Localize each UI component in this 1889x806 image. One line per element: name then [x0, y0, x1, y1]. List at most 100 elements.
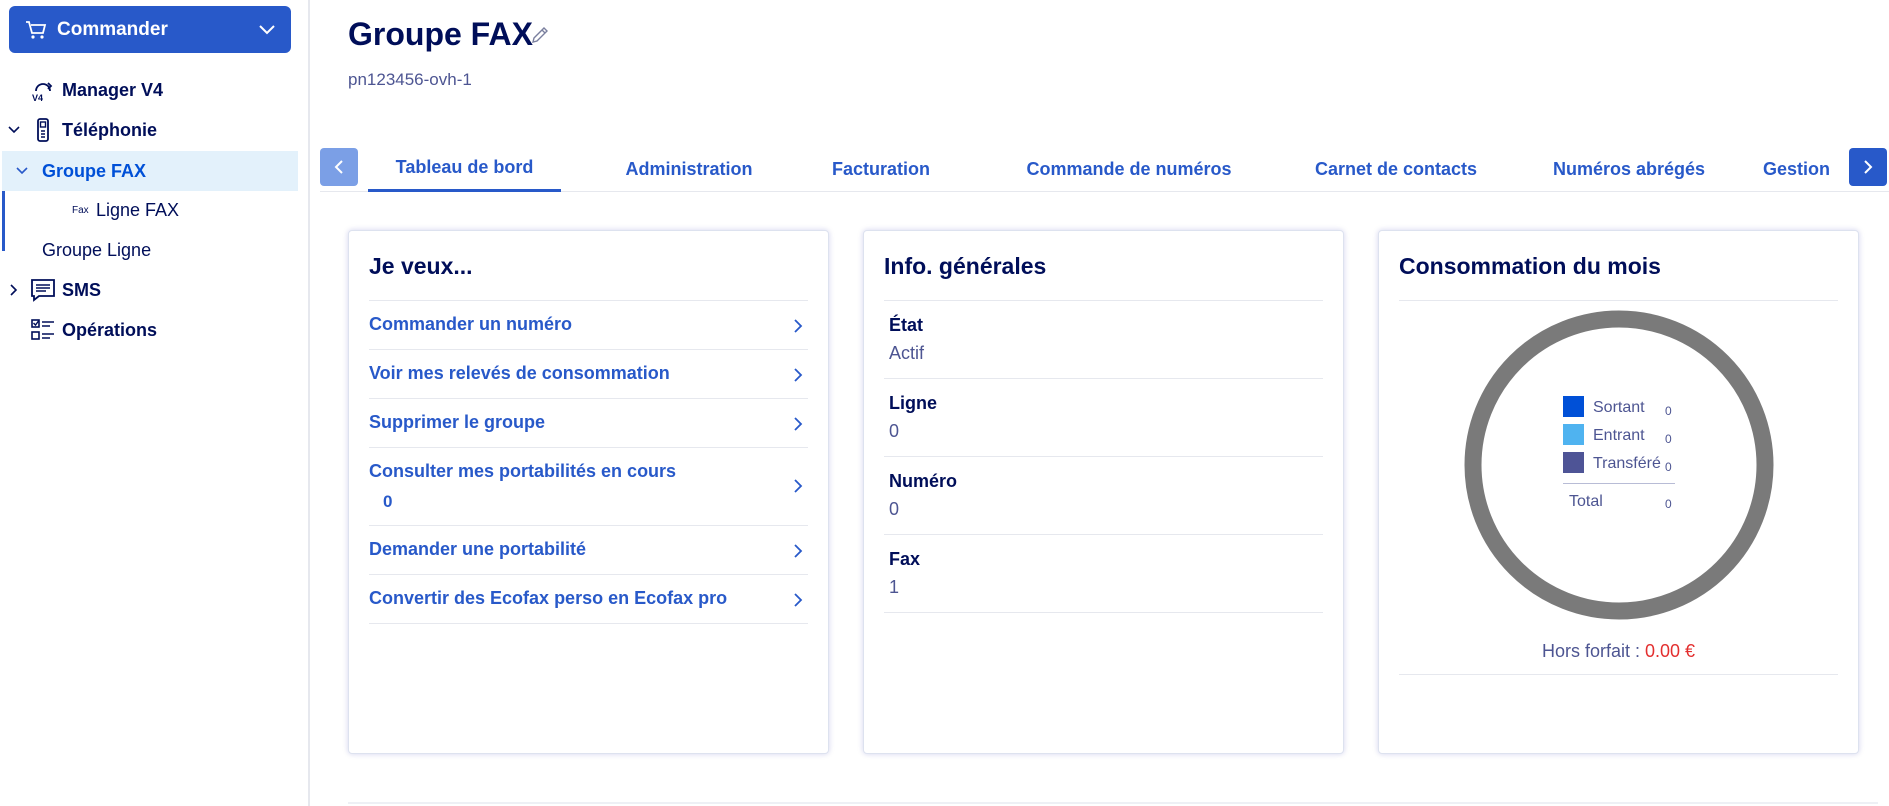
- action-commander-numero[interactable]: Commander un numéro: [369, 314, 809, 338]
- info-card: Info. générales État Actif Ligne 0 Numér…: [863, 230, 1344, 754]
- legend-swatch-entrant: [1563, 424, 1584, 445]
- divider: [369, 349, 808, 350]
- chevron-down-icon[interactable]: [16, 165, 28, 177]
- manager-v4-icon: V4: [32, 82, 53, 103]
- sidebar-item-groupe-ligne[interactable]: Groupe Ligne: [2, 230, 298, 270]
- divider: [369, 574, 808, 575]
- sidebar-item-label: Manager V4: [62, 79, 164, 100]
- section-divider: [348, 802, 1878, 804]
- divider: [369, 623, 808, 624]
- sidebar-item-ligne-fax[interactable]: Fax Ligne FAX: [2, 190, 298, 230]
- action-demander-portabilite[interactable]: Demander une portabilité: [369, 539, 809, 563]
- divider: [1399, 674, 1838, 675]
- divider: [1399, 300, 1838, 301]
- legend-label-entrant: Entrant: [1593, 427, 1645, 444]
- legend-value-transfere: 0: [1665, 460, 1672, 474]
- tab-carnet-de-contacts[interactable]: Carnet de contacts: [1296, 146, 1496, 192]
- tabs-scroll-left-button[interactable]: [320, 148, 358, 186]
- action-releves-consommation[interactable]: Voir mes relevés de consommation: [369, 363, 809, 387]
- sidebar-item-label: Ligne FAX: [96, 199, 180, 220]
- fax-icon: Fax: [72, 204, 89, 216]
- tab-gestion[interactable]: Gestion: [1763, 146, 1846, 192]
- divider: [369, 398, 808, 399]
- action-label: Demander une portabilité: [369, 539, 587, 559]
- sms-icon: [31, 279, 55, 302]
- sidebar-item-groupe-fax[interactable]: Groupe FAX: [2, 151, 298, 191]
- pencil-icon[interactable]: [529, 24, 551, 46]
- divider: [884, 612, 1323, 613]
- actions-card: Je veux... Commander un numéro Voir mes …: [348, 230, 829, 754]
- sidebar-item-label: Groupe FAX: [42, 160, 147, 181]
- action-label: Convertir des Ecofax perso en Ecofax pro: [369, 588, 728, 608]
- consumption-card: Consommation du mois Sortant 0 Entrant 0…: [1378, 230, 1859, 754]
- sidebar-item-sms[interactable]: SMS: [0, 270, 308, 310]
- divider: [884, 456, 1323, 457]
- page-title: Groupe FAX: [348, 16, 533, 52]
- order-button[interactable]: Commander: [9, 6, 291, 53]
- operations-icon: [31, 319, 54, 340]
- legend-value-sortant: 0: [1665, 404, 1672, 418]
- sidebar-item-label: Téléphonie: [62, 119, 158, 140]
- legend-label-transfere: Transféré: [1593, 455, 1661, 472]
- actions-card-title: Je veux...: [369, 253, 473, 279]
- legend-swatch-sortant: [1563, 396, 1584, 417]
- chevron-left-icon: [334, 160, 343, 174]
- cart-icon: [26, 20, 47, 39]
- tabs-scroll-right-button[interactable]: [1849, 148, 1887, 186]
- tab-commande-de-numeros[interactable]: Commande de numéros: [1009, 146, 1249, 192]
- divider: [884, 300, 1323, 301]
- chevron-right-icon[interactable]: [8, 284, 20, 296]
- chevron-right-icon: [794, 479, 803, 493]
- portability-count: 0: [383, 492, 393, 511]
- sidebar-item-operations[interactable]: Opérations: [0, 310, 308, 350]
- out-of-plan-label: Hors forfait :: [1541, 641, 1640, 661]
- legend-label-sortant: Sortant: [1593, 399, 1645, 416]
- action-label: Voir mes relevés de consommation: [369, 363, 670, 383]
- sidebar-item-label: SMS: [62, 279, 102, 300]
- tab-numeros-abreges[interactable]: Numéros abrégés: [1539, 146, 1719, 192]
- out-of-plan-value: 0.00 €: [1645, 641, 1696, 661]
- legend-total-value: 0: [1665, 497, 1672, 511]
- info-value-numero: 0: [889, 499, 900, 519]
- divider: [369, 447, 808, 448]
- chevron-down-icon: [259, 24, 275, 34]
- chevron-right-icon: [794, 593, 803, 607]
- action-convertir-ecofax[interactable]: Convertir des Ecofax perso en Ecofax pro: [369, 588, 809, 612]
- info-value-fax: 1: [889, 577, 900, 597]
- tab-administration[interactable]: Administration: [609, 146, 769, 192]
- info-value-etat: Actif: [889, 343, 925, 363]
- info-label-ligne: Ligne: [889, 393, 937, 413]
- tab-tableau-de-bord[interactable]: Tableau de bord: [368, 146, 561, 192]
- action-consulter-portabilites[interactable]: Consulter mes portabilités en cours: [369, 461, 809, 515]
- divider: [884, 378, 1323, 379]
- out-of-plan: Hors forfait : 0.00 €: [1379, 641, 1858, 662]
- legend-divider: [1563, 483, 1675, 484]
- action-label: Commander un numéro: [369, 314, 573, 334]
- info-card-title: Info. générales: [884, 253, 1047, 279]
- tab-facturation[interactable]: Facturation: [811, 146, 951, 192]
- chevron-down-icon[interactable]: [8, 124, 20, 136]
- info-label-fax: Fax: [889, 549, 921, 569]
- order-button-label: Commander: [57, 18, 168, 40]
- sidebar-item-manager-v4[interactable]: V4 Manager V4: [0, 70, 308, 110]
- tabs-viewport: Tableau de bord Administration Facturati…: [368, 146, 1846, 192]
- divider: [369, 300, 808, 301]
- chevron-right-icon: [794, 319, 803, 333]
- divider: [369, 525, 808, 526]
- sidebar-item-label: Groupe Ligne: [42, 239, 152, 260]
- action-supprimer-groupe[interactable]: Supprimer le groupe: [369, 412, 809, 436]
- info-label-etat: État: [889, 315, 924, 335]
- info-value-ligne: 0: [889, 421, 900, 441]
- chevron-right-icon: [794, 417, 803, 431]
- chevron-right-icon: [794, 368, 803, 382]
- legend-value-entrant: 0: [1665, 432, 1672, 446]
- tab-bar: Tableau de bord Administration Facturati…: [320, 146, 1889, 192]
- sidebar: Commander V4 Manager V4 Téléphonie Group…: [0, 0, 310, 806]
- phone-icon: [37, 118, 49, 142]
- action-label: Consulter mes portabilités en cours: [369, 461, 677, 481]
- sidebar-item-telephonie[interactable]: Téléphonie: [0, 110, 308, 150]
- legend-swatch-transfere: [1563, 452, 1584, 473]
- legend-total-label: Total: [1569, 493, 1603, 510]
- page-subtitle: pn123456-ovh-1: [348, 70, 472, 89]
- sidebar-item-label: Opérations: [62, 319, 158, 340]
